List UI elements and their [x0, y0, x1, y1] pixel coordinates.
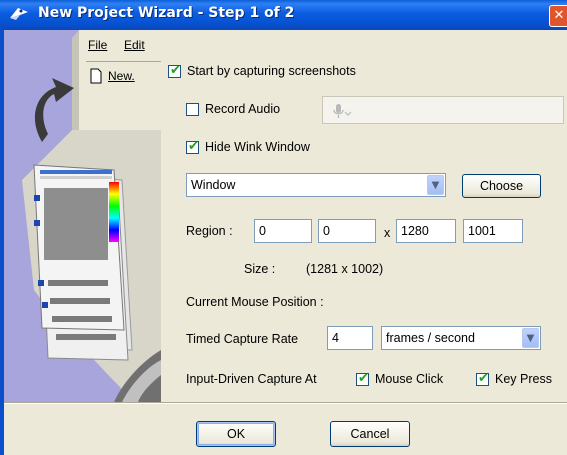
wink-app-icon [10, 8, 28, 20]
window-title: New Project Wizard - Step 1 of 2 [38, 5, 295, 21]
cancel-button[interactable]: Cancel [330, 421, 410, 447]
timed-capture-unit-select[interactable]: frames / second [381, 326, 541, 350]
illustration-new-label: New. [108, 69, 135, 83]
checkmark-icon: ✔ [170, 63, 181, 78]
timed-capture-label: Timed Capture Rate [186, 332, 299, 346]
capture-source-value: Window [191, 178, 236, 192]
checkmark-icon: ✔ [188, 139, 199, 154]
input-driven-label: Input-Driven Capture At [186, 372, 317, 386]
chevron-down-icon: ▼ [526, 333, 535, 344]
title-bar[interactable]: New Project Wizard - Step 1 of 2 ✕ [0, 0, 567, 30]
region-x-input[interactable]: 0 [254, 219, 312, 243]
mouse-position-label: Current Mouse Position : [186, 295, 324, 309]
ok-button[interactable]: OK [196, 421, 276, 447]
new-document-icon [90, 68, 102, 84]
checkmark-icon: ✔ [478, 371, 489, 386]
mouse-click-label[interactable]: Mouse Click [375, 372, 443, 386]
close-icon: ✕ [553, 8, 565, 23]
illustration-menu-file: File [88, 38, 108, 52]
capture-source-select[interactable]: Window [186, 173, 446, 197]
region-height-input[interactable]: 1001 [463, 219, 523, 243]
choose-button[interactable]: Choose [462, 174, 541, 198]
illustration-art [22, 30, 161, 402]
footer-divider-highlight [4, 403, 567, 404]
wizard-illustration: File Edit New. [4, 30, 161, 402]
capture-source-dropdown-button[interactable]: ▼ [427, 175, 444, 195]
timed-capture-unit-dropdown-button[interactable]: ▼ [522, 328, 539, 348]
hide-wink-checkbox[interactable]: ✔ [186, 139, 199, 154]
hide-wink-label[interactable]: Hide Wink Window [205, 140, 310, 154]
size-label: Size : [244, 262, 276, 276]
key-press-label[interactable]: Key Press [495, 372, 552, 386]
region-separator: x [384, 226, 391, 240]
size-value: (1281 x 1002) [306, 262, 384, 276]
audio-device-select [322, 96, 564, 124]
microphone-icon [333, 104, 352, 118]
region-y-input[interactable]: 0 [318, 219, 376, 243]
timed-capture-unit-value: frames / second [386, 331, 475, 345]
illustration-menu-divider [86, 61, 161, 62]
timed-capture-rate-input[interactable]: 4 [327, 326, 373, 350]
region-width-input[interactable]: 1280 [396, 219, 456, 243]
checkmark-icon: ✔ [358, 371, 369, 386]
record-audio-label[interactable]: Record Audio [205, 102, 280, 116]
key-press-checkbox[interactable]: ✔ [476, 371, 489, 386]
start-capture-label[interactable]: Start by capturing screenshots [187, 64, 356, 78]
illustration-menu-edit: Edit [124, 38, 145, 52]
close-button[interactable]: ✕ [549, 5, 567, 27]
region-label: Region : [186, 224, 233, 238]
record-audio-checkbox[interactable] [186, 103, 199, 116]
mouse-click-checkbox[interactable]: ✔ [356, 371, 369, 386]
start-capture-checkbox[interactable]: ✔ [168, 63, 181, 78]
chevron-down-icon: ▼ [431, 180, 440, 191]
